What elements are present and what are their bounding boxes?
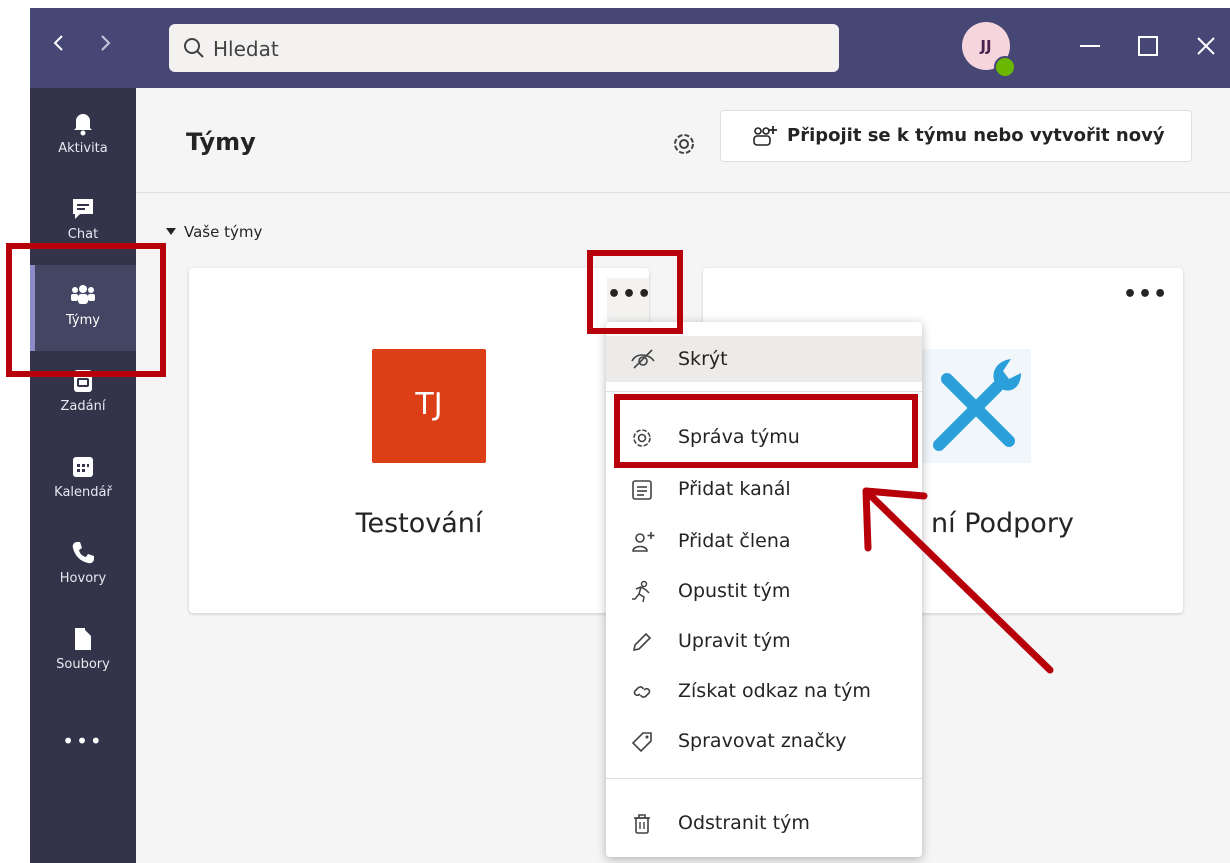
rail-label: Chat bbox=[67, 227, 99, 242]
minimize-icon bbox=[1080, 45, 1100, 47]
rail-item-calls[interactable]: Hovory bbox=[30, 523, 136, 609]
menu-item-manage-tags[interactable]: Spravovat značky bbox=[606, 718, 922, 764]
menu-divider bbox=[606, 391, 922, 392]
annotation-box-more-options bbox=[587, 250, 683, 334]
tag-icon bbox=[631, 732, 652, 753]
page-title: Týmy bbox=[186, 128, 256, 156]
more-dots-icon: ••• bbox=[62, 729, 104, 753]
rail-label: Soubory bbox=[56, 657, 110, 672]
tools-icon bbox=[933, 359, 1021, 451]
rail-label: Hovory bbox=[59, 571, 107, 586]
channel-list-icon bbox=[632, 480, 652, 500]
maximize-icon bbox=[1138, 36, 1158, 56]
join-button-label: Připojit se k týmu nebo vytvořit nový bbox=[787, 125, 1165, 146]
add-team-icon bbox=[753, 126, 777, 146]
rail-item-calendar[interactable]: Kalendář bbox=[30, 437, 136, 523]
search-input[interactable] bbox=[211, 32, 815, 66]
caret-down-icon bbox=[166, 228, 176, 235]
team-name: Testování bbox=[355, 508, 483, 539]
gear-icon bbox=[674, 134, 694, 154]
chevron-left-icon bbox=[53, 35, 63, 51]
rail-label: Kalendář bbox=[54, 485, 112, 500]
page-header: Týmy Připojit se k týmu nebo vytvořit no… bbox=[136, 88, 1230, 193]
minimize-button[interactable] bbox=[1070, 26, 1110, 66]
menu-item-label: Opustit tým bbox=[678, 580, 791, 602]
hide-eye-icon bbox=[631, 349, 655, 369]
search-icon bbox=[184, 38, 204, 58]
app-rail: Aktivita Chat Týmy Zadání Kalendář Hovor… bbox=[30, 88, 136, 863]
menu-item-label: Přidat člena bbox=[678, 530, 791, 552]
search-box[interactable] bbox=[169, 24, 839, 72]
back-button[interactable] bbox=[44, 32, 74, 60]
your-teams-section-toggle[interactable]: Vaše týmy bbox=[166, 223, 262, 241]
file-icon bbox=[75, 628, 91, 650]
rail-item-activity[interactable]: Aktivita bbox=[30, 93, 136, 179]
title-bar: JJ bbox=[30, 8, 1230, 88]
team-more-options-button[interactable]: ••• bbox=[1123, 278, 1167, 322]
calendar-icon bbox=[73, 457, 93, 477]
phone-icon bbox=[72, 542, 94, 564]
maximize-button[interactable] bbox=[1128, 26, 1168, 66]
menu-item-label: Upravit tým bbox=[678, 630, 791, 652]
leave-running-icon bbox=[632, 580, 650, 603]
teams-settings-button[interactable] bbox=[666, 126, 702, 162]
add-person-icon bbox=[632, 532, 655, 552]
chevron-right-icon bbox=[101, 35, 111, 51]
menu-divider bbox=[606, 778, 922, 779]
team-avatar bbox=[917, 349, 1031, 463]
menu-item-label: Skrýt bbox=[678, 348, 728, 370]
annotation-box-manage-team bbox=[614, 394, 918, 468]
menu-item-hide[interactable]: Skrýt bbox=[606, 336, 922, 382]
forward-button[interactable] bbox=[90, 32, 120, 60]
bell-icon bbox=[74, 114, 92, 136]
presence-available-icon bbox=[994, 56, 1016, 78]
trash-icon bbox=[634, 814, 650, 834]
rail-label: Aktivita bbox=[58, 141, 108, 156]
close-icon bbox=[1197, 37, 1215, 55]
join-or-create-team-button[interactable]: Připojit se k týmu nebo vytvořit nový bbox=[720, 110, 1192, 162]
close-button[interactable] bbox=[1186, 26, 1226, 66]
team-card[interactable]: ••• TJ Testování bbox=[189, 268, 649, 613]
rail-item-files[interactable]: Soubory bbox=[30, 609, 136, 695]
menu-item-label: Spravovat značky bbox=[678, 730, 847, 752]
annotation-box-teams bbox=[6, 243, 166, 377]
menu-item-label: Odstranit tým bbox=[678, 812, 810, 834]
rail-label: Zadání bbox=[60, 399, 106, 414]
pencil-icon bbox=[632, 632, 652, 652]
section-label: Vaše týmy bbox=[184, 223, 263, 241]
chat-icon bbox=[73, 199, 93, 219]
link-icon bbox=[633, 686, 651, 698]
team-avatar: TJ bbox=[372, 349, 486, 463]
menu-item-label: Přidat kanál bbox=[678, 478, 791, 500]
rail-more-button[interactable]: ••• bbox=[30, 713, 136, 773]
annotation-arrow bbox=[862, 487, 1054, 674]
menu-item-delete-team[interactable]: Odstranit tým bbox=[606, 800, 922, 846]
